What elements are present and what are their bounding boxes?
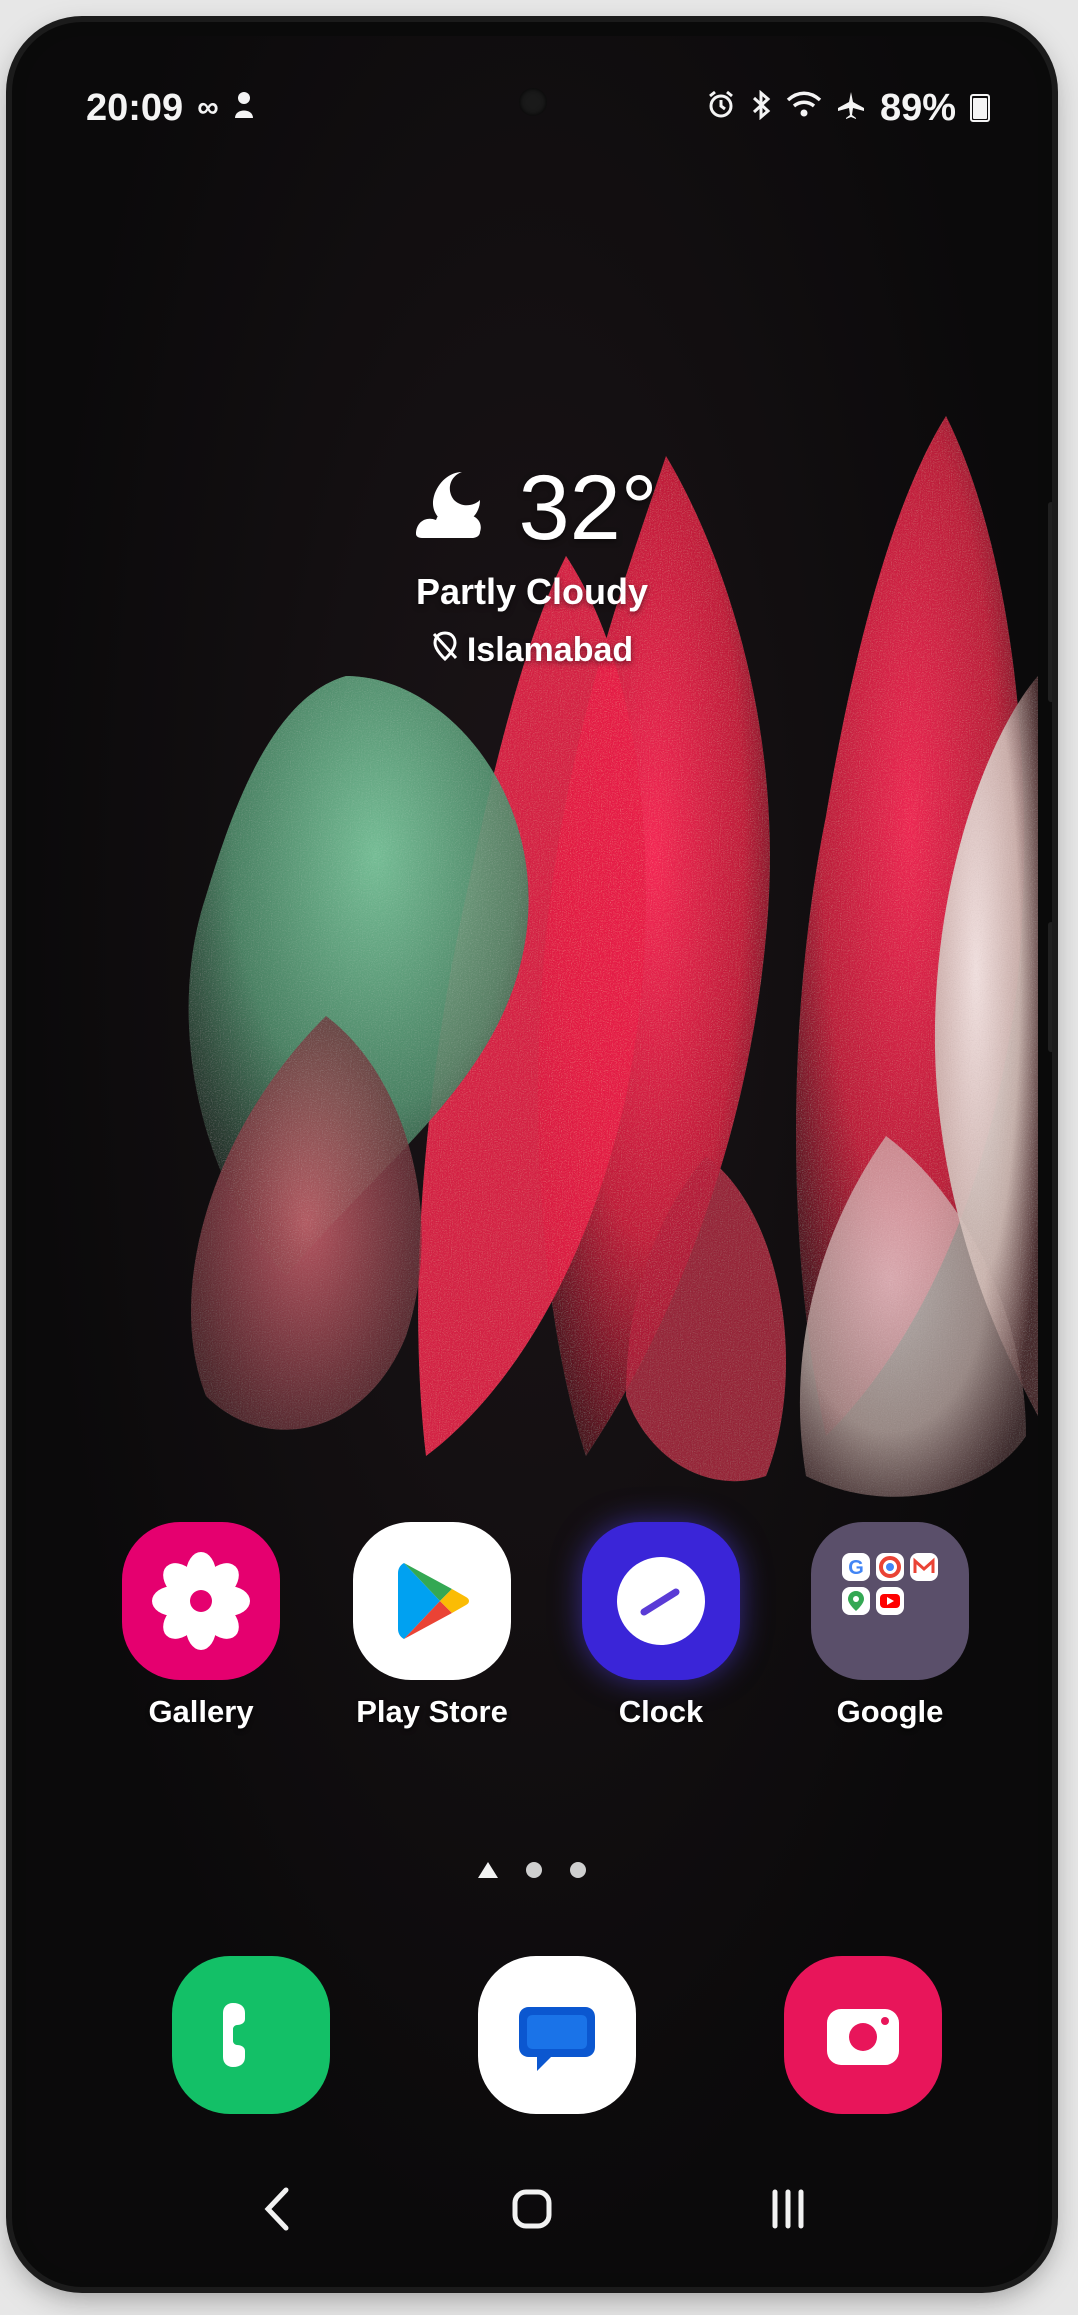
weather-location: Islamabad bbox=[26, 631, 1038, 670]
recents-icon bbox=[763, 2184, 813, 2239]
weather-widget[interactable]: 32° Partly Cloudy Islamabad bbox=[26, 456, 1038, 670]
dock bbox=[26, 1956, 1038, 2126]
weather-condition: Partly Cloudy bbox=[415, 571, 649, 612]
partly-cloudy-night-icon bbox=[406, 460, 498, 557]
gallery-icon bbox=[122, 1522, 280, 1680]
clock-icon bbox=[582, 1522, 740, 1680]
page-dot bbox=[570, 1862, 586, 1878]
app-label: Play Store bbox=[356, 1694, 508, 1729]
weather-location-label: Islamabad bbox=[466, 631, 634, 669]
home-page-indicator-icon bbox=[478, 1862, 498, 1878]
infinity-icon: ∞ bbox=[197, 91, 219, 124]
app-gallery[interactable]: Gallery bbox=[111, 1522, 291, 1730]
app-clock[interactable]: Clock bbox=[571, 1522, 751, 1730]
person-icon bbox=[233, 90, 255, 126]
back-button[interactable] bbox=[231, 2176, 321, 2246]
google-folder-icon: G bbox=[811, 1522, 969, 1680]
status-time: 20:09 bbox=[86, 86, 184, 129]
home-app-row: Gallery Play Store Clock G Google bbox=[26, 1522, 1038, 1752]
weather-main: 32° bbox=[26, 456, 1038, 561]
navigation-bar bbox=[26, 2176, 1038, 2266]
page-indicator[interactable] bbox=[26, 1862, 1038, 1878]
bluetooth-icon bbox=[750, 89, 772, 126]
location-off-icon bbox=[431, 631, 459, 670]
volume-button bbox=[1048, 502, 1052, 702]
airplane-icon bbox=[836, 90, 866, 126]
back-icon bbox=[256, 2184, 296, 2239]
home-button[interactable] bbox=[487, 2176, 577, 2246]
dock-messages[interactable] bbox=[467, 1956, 647, 2114]
weather-temperature: 32° bbox=[518, 457, 658, 559]
dock-camera[interactable] bbox=[773, 1956, 953, 2114]
svg-text:G: G bbox=[848, 1557, 864, 1579]
wifi-icon bbox=[786, 90, 822, 126]
recents-button[interactable] bbox=[743, 2176, 833, 2246]
app-label: Gallery bbox=[148, 1694, 254, 1729]
status-right: 89% bbox=[706, 87, 990, 130]
status-bar: 20:09 ∞ 89% bbox=[86, 78, 990, 138]
battery-icon bbox=[970, 94, 990, 122]
alarm-icon bbox=[706, 90, 736, 126]
phone-frame: 20:09 ∞ 89% 32° Partly Cloudy Islamabad … bbox=[12, 22, 1052, 2287]
play-store-icon bbox=[353, 1522, 511, 1680]
dock-phone[interactable] bbox=[161, 1956, 341, 2114]
power-button bbox=[1048, 922, 1052, 1052]
home-icon bbox=[507, 2184, 557, 2239]
app-label: Google bbox=[836, 1694, 944, 1729]
battery-percentage: 89% bbox=[879, 86, 956, 129]
status-left: 20:09 ∞ bbox=[86, 87, 255, 130]
messages-icon bbox=[478, 1956, 636, 2114]
phone-icon bbox=[172, 1956, 330, 2114]
camera-icon bbox=[784, 1956, 942, 2114]
page-dot bbox=[526, 1862, 542, 1878]
wallpaper bbox=[26, 36, 1038, 2273]
home-screen: 20:09 ∞ 89% 32° Partly Cloudy Islamabad … bbox=[26, 36, 1038, 2273]
app-play-store[interactable]: Play Store bbox=[342, 1522, 522, 1730]
app-label: Clock bbox=[618, 1694, 704, 1729]
wallpaper-petals bbox=[188, 416, 1038, 1497]
app-google-folder[interactable]: G Google bbox=[800, 1522, 980, 1730]
